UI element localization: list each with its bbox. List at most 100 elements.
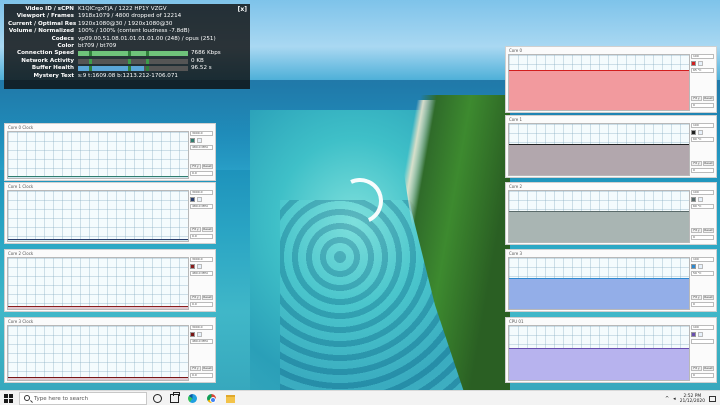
fit-y-button[interactable]: Fit y	[190, 366, 201, 371]
stats-row: Mystery Text s:9 t:1609.08 b:1213.212-170…	[8, 73, 246, 80]
stats-close-button[interactable]: [x]	[238, 6, 247, 13]
stats-key: Viewport / Frames	[16, 13, 74, 20]
fit-y-button[interactable]: Fit y	[691, 366, 702, 371]
widget-controls: 100 60 °C Fit y Reset 0	[691, 190, 714, 243]
series-color-swatch[interactable]	[190, 197, 195, 202]
series-color-swatch[interactable]	[190, 264, 195, 269]
tray-overflow-chevron-icon[interactable]: ^	[665, 396, 669, 402]
widget-max-field[interactable]: 3000.0	[190, 257, 213, 262]
core-graph-widget: Core 0 Clock 3000.0 480.0 MHz Fit y Reset 0.0	[4, 123, 216, 181]
widget-min-field[interactable]: 0	[691, 302, 714, 307]
widget-plot-area	[509, 70, 689, 110]
reset-button[interactable]: Reset	[703, 228, 714, 233]
series-toggle-checkbox[interactable]	[197, 138, 202, 143]
series-color-swatch[interactable]	[190, 138, 195, 143]
series-color-swatch[interactable]	[691, 61, 696, 66]
reset-button[interactable]: Reset	[703, 366, 714, 371]
widget-min-field[interactable]: 0	[691, 103, 714, 108]
taskbar-search-box[interactable]: Type here to search	[19, 392, 147, 405]
widget-title: Core 3 Clock	[8, 319, 34, 324]
fit-y-button[interactable]: Fit y	[691, 295, 702, 300]
series-color-swatch[interactable]	[691, 197, 696, 202]
widget-min-field[interactable]: 0.0	[190, 234, 213, 239]
stats-meter-tick	[146, 58, 150, 64]
widget-title: CPU 01	[509, 319, 524, 324]
stats-key: Color	[57, 42, 74, 49]
windows-start-icon[interactable]	[4, 394, 13, 403]
fit-y-button[interactable]: Fit y	[190, 227, 201, 232]
widget-title: Core 0 Clock	[8, 125, 34, 130]
widget-min-field[interactable]: 0	[691, 168, 714, 173]
stats-for-nerds-panel: [x] Video ID / sCPN K1QlCrgxTjA / 1222 HP…	[4, 4, 250, 89]
stats-row: Network Activity 0 KB	[8, 58, 246, 65]
widget-swatches	[691, 264, 714, 269]
chrome-browser-icon[interactable]	[207, 394, 216, 403]
widget-min-field[interactable]: 0	[691, 235, 714, 240]
series-toggle-checkbox[interactable]	[197, 197, 202, 202]
widget-plot-area	[509, 144, 689, 175]
stats-value: 0 KB	[191, 57, 204, 64]
widget-spacer	[691, 346, 714, 364]
widget-swatches	[190, 332, 213, 337]
series-toggle-checkbox[interactable]	[698, 130, 703, 135]
edge-browser-icon[interactable]	[188, 394, 197, 403]
core-graph-widget: Core 3 100 59 °C Fit y Reset 0	[505, 249, 717, 312]
fit-y-button[interactable]: Fit y	[691, 228, 702, 233]
widget-spacer	[691, 211, 714, 226]
reset-button[interactable]: Reset	[202, 164, 213, 169]
widget-current-value: 65 °C	[691, 68, 714, 73]
reset-button[interactable]: Reset	[202, 366, 213, 371]
series-color-swatch[interactable]	[691, 264, 696, 269]
notification-center-icon[interactable]	[709, 395, 716, 402]
stats-meter-tick	[89, 58, 92, 64]
widget-min-field[interactable]: 0.0	[190, 302, 213, 307]
series-toggle-checkbox[interactable]	[698, 264, 703, 269]
widget-max-field[interactable]: 100	[691, 257, 714, 262]
widget-max-field[interactable]: 3000.0	[190, 325, 213, 330]
series-color-swatch[interactable]	[190, 332, 195, 337]
fit-y-button[interactable]: Fit y	[190, 295, 201, 300]
series-toggle-checkbox[interactable]	[197, 264, 202, 269]
stats-meter-bar	[78, 51, 188, 57]
widget-max-field[interactable]: 3000.0	[190, 190, 213, 195]
file-explorer-icon[interactable]	[226, 395, 235, 403]
widget-min-field[interactable]: 0.0	[190, 373, 213, 378]
reset-button[interactable]: Reset	[202, 295, 213, 300]
stats-meter: 96.52 s	[78, 65, 246, 72]
cortana-icon[interactable]	[153, 394, 162, 403]
widget-swatches	[190, 264, 213, 269]
reset-button[interactable]: Reset	[703, 295, 714, 300]
series-color-swatch[interactable]	[691, 130, 696, 135]
widget-max-field[interactable]: 3000.0	[190, 131, 213, 136]
widget-min-field[interactable]: 0.0	[190, 171, 213, 176]
widget-button-row: Fit y Reset	[691, 295, 714, 300]
series-toggle-checkbox[interactable]	[698, 332, 703, 337]
speaker-icon[interactable]: ◂	[673, 396, 676, 402]
core-graph-widget: CPU 01 100 Fit y Reset 0	[505, 317, 717, 383]
taskbar: Type here to search ^ ◂ 2:52 PM 21/12/20…	[0, 390, 720, 405]
widget-max-field[interactable]: 100	[691, 325, 714, 330]
widget-spacer	[190, 346, 213, 364]
series-toggle-checkbox[interactable]	[698, 197, 703, 202]
taskbar-clock[interactable]: 2:52 PM 21/12/2020	[680, 394, 705, 404]
widget-min-field[interactable]: 0	[691, 373, 714, 378]
stats-value: 96.52 s	[191, 65, 212, 72]
reset-button[interactable]: Reset	[202, 227, 213, 232]
reset-button[interactable]: Reset	[703, 161, 714, 166]
stats-key: Codecs	[51, 35, 74, 42]
fit-y-button[interactable]: Fit y	[691, 161, 702, 166]
widget-current-value: 59 °C	[691, 271, 714, 276]
fit-y-button[interactable]: Fit y	[691, 96, 702, 101]
widget-max-field[interactable]: 100	[691, 123, 714, 128]
series-toggle-checkbox[interactable]	[197, 332, 202, 337]
widget-current-value: 480.0 MHz	[190, 271, 213, 276]
series-color-swatch[interactable]	[691, 332, 696, 337]
widget-plot-area	[8, 175, 188, 178]
task-view-icon[interactable]	[170, 392, 180, 403]
core-graph-widget: Core 0 100 65 °C Fit y Reset 0	[505, 46, 717, 113]
widget-max-field[interactable]: 100	[691, 190, 714, 195]
fit-y-button[interactable]: Fit y	[190, 164, 201, 169]
reset-button[interactable]: Reset	[703, 96, 714, 101]
series-toggle-checkbox[interactable]	[698, 61, 703, 66]
widget-max-field[interactable]: 100	[691, 54, 714, 59]
